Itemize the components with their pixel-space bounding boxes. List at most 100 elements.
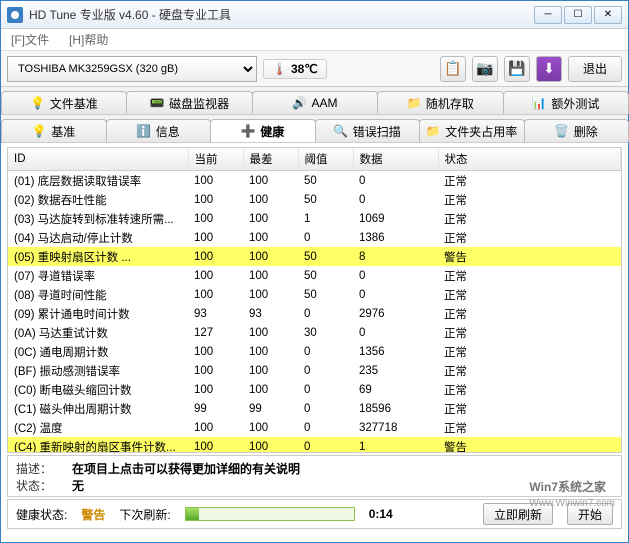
health-label: 健康状态: — [16, 506, 67, 523]
minimize-button[interactable]: ─ — [534, 6, 562, 24]
table-row[interactable]: (01) 底层数据读取错误率100100500正常 — [8, 171, 621, 191]
tab-icon: 🗑️ — [555, 124, 569, 138]
tab-icon: 📁 — [426, 124, 440, 138]
tab-label: 删除 — [574, 123, 598, 140]
cell-id: (C1) 磁头伸出周期计数 — [8, 399, 188, 418]
tab-icon: ℹ️ — [137, 124, 151, 138]
cell-th: 50 — [298, 285, 353, 304]
tab-label: 文件基准 — [50, 95, 98, 112]
cell-th: 0 — [298, 380, 353, 399]
tab-icon: 📊 — [532, 96, 546, 110]
cell-data: 0 — [353, 285, 438, 304]
cell-data: 0 — [353, 266, 438, 285]
copy-icon[interactable]: 📋 — [440, 56, 466, 82]
cell-cur: 127 — [188, 323, 243, 342]
status-label: 状态： — [16, 477, 54, 494]
cell-worst: 100 — [243, 323, 298, 342]
close-button[interactable]: ✕ — [594, 6, 622, 24]
cell-worst: 99 — [243, 399, 298, 418]
header-worst[interactable]: 最差 — [243, 148, 298, 171]
download-icon[interactable]: ⬇ — [536, 56, 562, 82]
table-row[interactable]: (09) 累计通电时间计数939302976正常 — [8, 304, 621, 323]
cell-th: 0 — [298, 228, 353, 247]
tab-文件夹占用率[interactable]: 📁 文件夹占用率 — [419, 119, 525, 142]
cell-id: (C2) 温度 — [8, 418, 188, 437]
exit-button[interactable]: 退出 — [568, 56, 622, 82]
table-row[interactable]: (C0) 断电磁头缩回计数100100069正常 — [8, 380, 621, 399]
cell-status: 正常 — [438, 323, 621, 342]
header-data[interactable]: 数据 — [353, 148, 438, 171]
tab-磁盘监视器[interactable]: 📟磁盘监视器 — [126, 91, 252, 114]
cell-status: 正常 — [438, 418, 621, 437]
tab-label: 错误扫描 — [353, 123, 401, 140]
cell-cur: 100 — [188, 380, 243, 399]
table-row[interactable]: (C2) 温度1001000327718正常 — [8, 418, 621, 437]
table-row[interactable]: (03) 马达旋转到标准转速所需...10010011069正常 — [8, 209, 621, 228]
cell-id: (08) 寻道时间性能 — [8, 285, 188, 304]
cell-id: (0C) 通电周期计数 — [8, 342, 188, 361]
start-button[interactable]: 开始 — [567, 503, 613, 525]
table-row[interactable]: (C1) 磁头伸出周期计数9999018596正常 — [8, 399, 621, 418]
table-row[interactable]: (BF) 振动感测错误率1001000235正常 — [8, 361, 621, 380]
cell-id: (C0) 断电磁头缩回计数 — [8, 380, 188, 399]
cell-worst: 100 — [243, 247, 298, 266]
save-icon[interactable]: 💾 — [504, 56, 530, 82]
table-row[interactable]: (0C) 通电周期计数10010001356正常 — [8, 342, 621, 361]
tab-信息[interactable]: ℹ️信息 — [106, 119, 212, 142]
tab-随机存取[interactable]: 📁随机存取 — [377, 91, 503, 114]
menubar: [F]文件 [H]帮助 — [1, 29, 628, 51]
maximize-button[interactable]: ☐ — [564, 6, 592, 24]
cell-th: 0 — [298, 342, 353, 361]
cell-data: 8 — [353, 247, 438, 266]
table-row[interactable]: (07) 寻道错误率100100500正常 — [8, 266, 621, 285]
cell-cur: 99 — [188, 399, 243, 418]
camera-icon[interactable]: 📷 — [472, 56, 498, 82]
table-row[interactable]: (05) 重映射扇区计数 ...100100508警告 — [8, 247, 621, 266]
status-bar: 健康状态: 警告 下次刷新: 0:14 立即刷新 开始 — [7, 499, 622, 529]
cell-th: 0 — [298, 437, 353, 453]
cell-worst: 93 — [243, 304, 298, 323]
refresh-now-button[interactable]: 立即刷新 — [483, 503, 553, 525]
menu-help[interactable]: [H]帮助 — [69, 31, 108, 48]
cell-th: 0 — [298, 399, 353, 418]
cell-status: 正常 — [438, 266, 621, 285]
tab-删除[interactable]: 🗑️ 删除 — [524, 119, 629, 142]
table-row[interactable]: (02) 数据吞吐性能100100500正常 — [8, 190, 621, 209]
cell-id: (05) 重映射扇区计数 ... — [8, 247, 188, 266]
tab-label: 基准 — [51, 123, 75, 140]
cell-worst: 100 — [243, 361, 298, 380]
table-row[interactable]: (C4) 重新映射的扇区事件计数...10010001警告 — [8, 437, 621, 453]
cell-status: 正常 — [438, 361, 621, 380]
table-row[interactable]: (04) 马达启动/停止计数10010001386正常 — [8, 228, 621, 247]
cell-worst: 100 — [243, 171, 298, 191]
tab-基准[interactable]: 💡 基准 — [1, 119, 107, 142]
cell-data: 327718 — [353, 418, 438, 437]
cell-th: 0 — [298, 304, 353, 323]
cell-worst: 100 — [243, 418, 298, 437]
tab-label: 文件夹占用率 — [445, 123, 517, 140]
cell-id: (03) 马达旋转到标准转速所需... — [8, 209, 188, 228]
tab-icon: ➕ — [241, 124, 255, 138]
tab-AAM[interactable]: 🔊AAM — [252, 91, 378, 114]
header-threshold[interactable]: 阈值 — [298, 148, 353, 171]
drive-select[interactable]: TOSHIBA MK3259GSX (320 gB) — [7, 56, 257, 82]
cell-th: 30 — [298, 323, 353, 342]
cell-cur: 100 — [188, 171, 243, 191]
cell-th: 50 — [298, 266, 353, 285]
tab-额外测试[interactable]: 📊额外测试 — [503, 91, 629, 114]
menu-file[interactable]: [F]文件 — [11, 31, 49, 48]
table-row[interactable]: (0A) 马达重试计数127100300正常 — [8, 323, 621, 342]
header-id[interactable]: ID — [8, 148, 188, 171]
table-row[interactable]: (08) 寻道时间性能100100500正常 — [8, 285, 621, 304]
cell-cur: 93 — [188, 304, 243, 323]
tab-健康[interactable]: ➕健康 — [210, 119, 316, 142]
description-panel: 描述： 在项目上点击可以获得更加详细的有关说明 状态： 无 — [7, 455, 622, 497]
header-status[interactable]: 状态 — [438, 148, 621, 171]
tab-错误扫描[interactable]: 🔍错误扫描 — [315, 119, 421, 142]
tab-文件基准[interactable]: 💡文件基准 — [1, 91, 127, 114]
tab-icon: 💡 — [32, 124, 46, 138]
desc-text: 在项目上点击可以获得更加详细的有关说明 — [72, 460, 300, 477]
cell-data: 0 — [353, 171, 438, 191]
header-current[interactable]: 当前 — [188, 148, 243, 171]
cell-cur: 100 — [188, 228, 243, 247]
